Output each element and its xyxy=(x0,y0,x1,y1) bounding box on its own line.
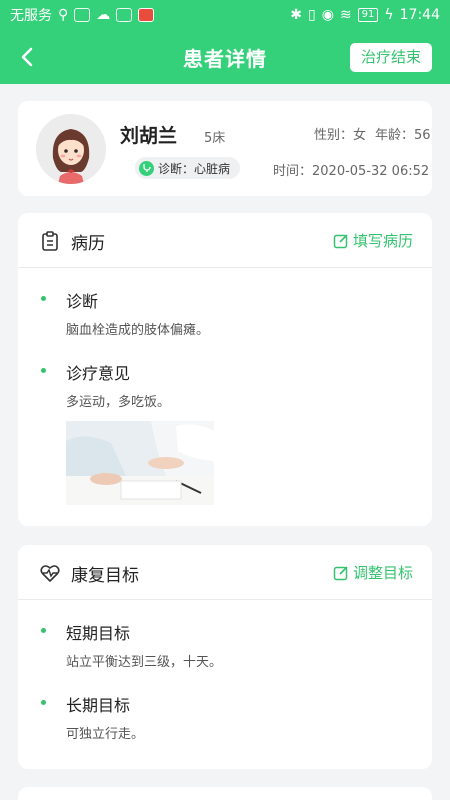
back-arrow-icon xyxy=(21,47,33,67)
patient-age: 年龄：56 xyxy=(375,128,431,143)
edit-icon xyxy=(333,565,348,580)
carrier-text: 无服务 xyxy=(10,8,52,24)
video-notification-icon xyxy=(138,8,155,22)
diagnosis-detail: 脑血栓造成的肢体偏瘫。 xyxy=(66,323,210,338)
stethoscope-icon xyxy=(139,160,154,176)
list-bullet xyxy=(41,368,46,373)
diagnosis-text: 诊断：心脏病 xyxy=(158,161,231,176)
clipboard-icon xyxy=(42,231,58,251)
treatment-opinion-detail: 多运动，多吃饭。 xyxy=(66,395,171,410)
long-term-goal-heading: 长期目标 xyxy=(66,696,131,715)
charging-icon: ϟ xyxy=(384,7,394,23)
status-bar: 无服务 ⚲ ☁ ✱ ▯ ◉ ≋ 91 ϟ 17:44 xyxy=(0,0,450,30)
treatment-opinion-heading: 诊疗意见 xyxy=(66,364,131,383)
edit-icon xyxy=(333,233,348,248)
rehab-goals-title: 康复目标 xyxy=(71,566,139,586)
short-term-goal-detail: 站立平衡达到三级，十天。 xyxy=(66,655,223,670)
battery-icon: 91 xyxy=(357,8,379,22)
nav-bar: 患者详情 治疗结束 xyxy=(0,30,450,84)
medical-history-card: 病历 填写病历 诊断 脑血栓造成的肢体偏瘫。 诊疗意见 多运动，多吃饭。 xyxy=(18,213,432,526)
bluetooth-icon: ✱ xyxy=(290,7,302,23)
short-term-goal-heading: 短期目标 xyxy=(66,624,131,643)
list-bullet xyxy=(41,700,46,705)
patient-time: 时间：2020-05-32 06:52 xyxy=(273,164,430,179)
adjust-goals-button[interactable]: 调整目标 xyxy=(333,562,413,583)
next-card xyxy=(18,787,432,800)
patient-name: 刘胡兰 xyxy=(120,125,178,147)
medical-history-header: 病历 填写病历 xyxy=(18,213,432,268)
medical-photo[interactable] xyxy=(66,421,214,505)
list-bullet xyxy=(41,296,46,301)
fill-history-button[interactable]: 填写病历 xyxy=(333,230,413,251)
page-title: 患者详情 xyxy=(183,46,267,71)
heartbeat-icon xyxy=(40,565,60,582)
wifi-icon: ≋ xyxy=(339,7,352,23)
rehab-goals-card: 康复目标 调整目标 短期目标 站立平衡达到三级，十天。 长期目标 可独立行走。 xyxy=(18,545,432,769)
adjust-goals-label: 调整目标 xyxy=(352,564,413,582)
usb-icon: ⚲ xyxy=(58,7,69,23)
medical-history-title: 病历 xyxy=(71,234,105,254)
vibrate-icon: ▯ xyxy=(307,7,316,23)
back-button[interactable] xyxy=(12,42,42,72)
diagnosis-heading: 诊断 xyxy=(66,292,99,311)
patient-gender: 性别：女 xyxy=(314,128,367,143)
diagnosis-chip: 诊断：心脏病 xyxy=(135,157,241,179)
patient-info-card: 刘胡兰 5床 性别：女 年龄：56 诊断：心脏病 时间：2020-05-32 0… xyxy=(18,101,432,196)
long-term-goal-detail: 可独立行走。 xyxy=(66,727,145,742)
app-notification-icon xyxy=(74,8,91,22)
cloud-icon: ☁ xyxy=(96,7,111,23)
clock-time: 17:44 xyxy=(399,7,440,23)
list-bullet xyxy=(41,628,46,633)
patient-avatar xyxy=(36,114,106,184)
app-notification-icon xyxy=(116,8,133,22)
rehab-goals-header: 康复目标 调整目标 xyxy=(18,545,432,600)
fill-history-label: 填写病历 xyxy=(352,232,413,250)
patient-bed: 5床 xyxy=(204,131,226,146)
eye-icon: ◉ xyxy=(321,7,334,23)
end-treatment-button[interactable]: 治疗结束 xyxy=(349,43,432,72)
